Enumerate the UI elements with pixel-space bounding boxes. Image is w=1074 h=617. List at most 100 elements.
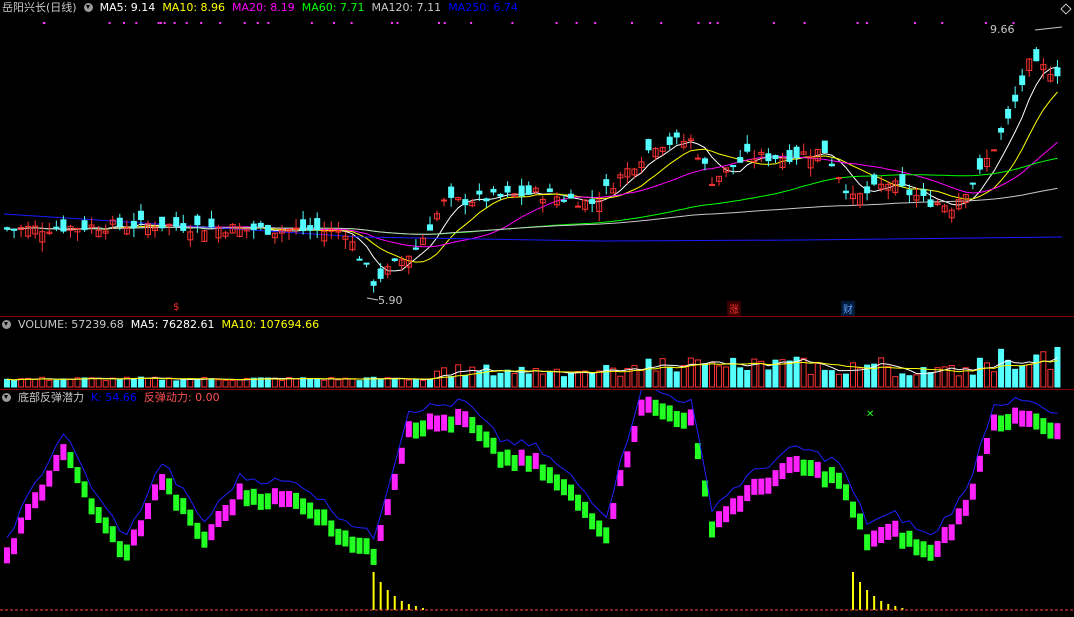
indicator-bar [271,488,278,505]
volume-bar [906,375,913,388]
indicator-bar [427,413,433,430]
event-cai-marker[interactable]: 财 [841,301,855,316]
indicator-bar [955,508,962,525]
volume-bar [314,378,321,388]
indicator-bar [25,503,32,520]
indicator-bar [927,544,934,561]
marker-dot [185,22,188,24]
volume-bar [1047,368,1054,388]
indicator-bar [624,451,631,468]
indicator-bar [864,534,871,551]
indicator-bar [314,509,321,526]
candle-body [293,227,300,230]
volume-bar [321,379,328,388]
volume-bar [1040,351,1047,388]
volume-bar [159,379,166,388]
indicator-chart[interactable]: ✕ [0,390,1074,617]
indicator-bar [46,470,53,487]
volume-bar [546,371,553,388]
candle-body [666,136,673,145]
volume-bar [998,348,1005,388]
indicator-bar [582,501,589,518]
candle-body [307,225,314,231]
volume-bar [892,376,899,388]
volume-bar [427,378,433,388]
volume-bar [4,378,10,388]
indicator-bar [264,493,271,510]
candle-body [194,215,201,226]
volume-bar [568,373,574,388]
candle-body [483,198,490,202]
candle-body [786,149,793,162]
marker-dot [122,22,125,24]
volume-bar [913,374,920,388]
indicator-bar [807,460,814,477]
volume-bar [687,357,694,388]
volume-bar [166,377,173,388]
indicator-bar [123,544,130,561]
indicator-bar [878,526,885,543]
kline-chart[interactable] [0,0,1074,316]
indicator-bar [356,537,363,554]
candle-body [842,190,849,194]
candle-body [4,227,10,230]
indicator-bar [173,494,180,511]
indicator-bar [885,523,892,540]
volume-bar [638,369,645,388]
indicator-bar [74,467,81,484]
volume-bar [130,377,137,388]
event-zhang-marker[interactable]: 涨 [727,301,741,316]
volume-bar [391,378,398,388]
indicator-bar [116,541,123,558]
volume-bar [504,369,511,388]
marker-dot [219,22,222,24]
marker-dot [256,22,259,24]
volume-bar [596,370,603,388]
indicator-signal-icon: ✕ [866,409,874,420]
marker-dot [555,22,558,24]
volume-bar [356,380,363,388]
indicator-bar [187,509,194,526]
marker-dot [865,22,868,24]
indicator-bar [857,513,864,530]
volume-bar [53,379,60,388]
indicator-bar [659,403,666,420]
candle-body [1054,67,1061,77]
indicator-bar [899,532,906,549]
indicator-bar [39,484,46,501]
volume-bar [899,373,906,388]
marker-dot [332,22,335,24]
indicator-bar [497,451,504,468]
candle-body [356,258,363,261]
indicator-bar [800,459,807,476]
indicator-bar [370,548,377,565]
indicator-bar [222,504,229,521]
indicator-bar [758,478,765,495]
indicator-bar [962,499,969,516]
volume-bar [215,379,222,388]
indicator-bar [455,409,462,426]
indicator-bar [243,490,250,507]
marker-dot [913,22,916,24]
marker-dot [660,22,663,24]
marker-dot [43,22,46,24]
indicator-bar [67,452,74,469]
indicator-bar [377,525,384,542]
volume-chart[interactable] [0,317,1074,389]
candle-body [462,199,469,206]
indicator-bar [441,414,448,431]
indicator-bar [53,455,60,472]
volume-bar [617,375,624,388]
volume-bar [1019,365,1026,388]
volume-bar [208,378,215,388]
indicator-bar [4,547,10,564]
volume-bar [405,379,412,388]
indicator-bar [596,520,603,537]
candle-body [314,218,321,231]
candle-body [1005,108,1012,119]
indicator-bar [342,530,349,547]
indicator-bar [462,411,469,428]
indicator-bar [842,484,849,501]
event-dollar-marker[interactable]: $ [171,302,181,313]
marker-dot [396,22,399,24]
